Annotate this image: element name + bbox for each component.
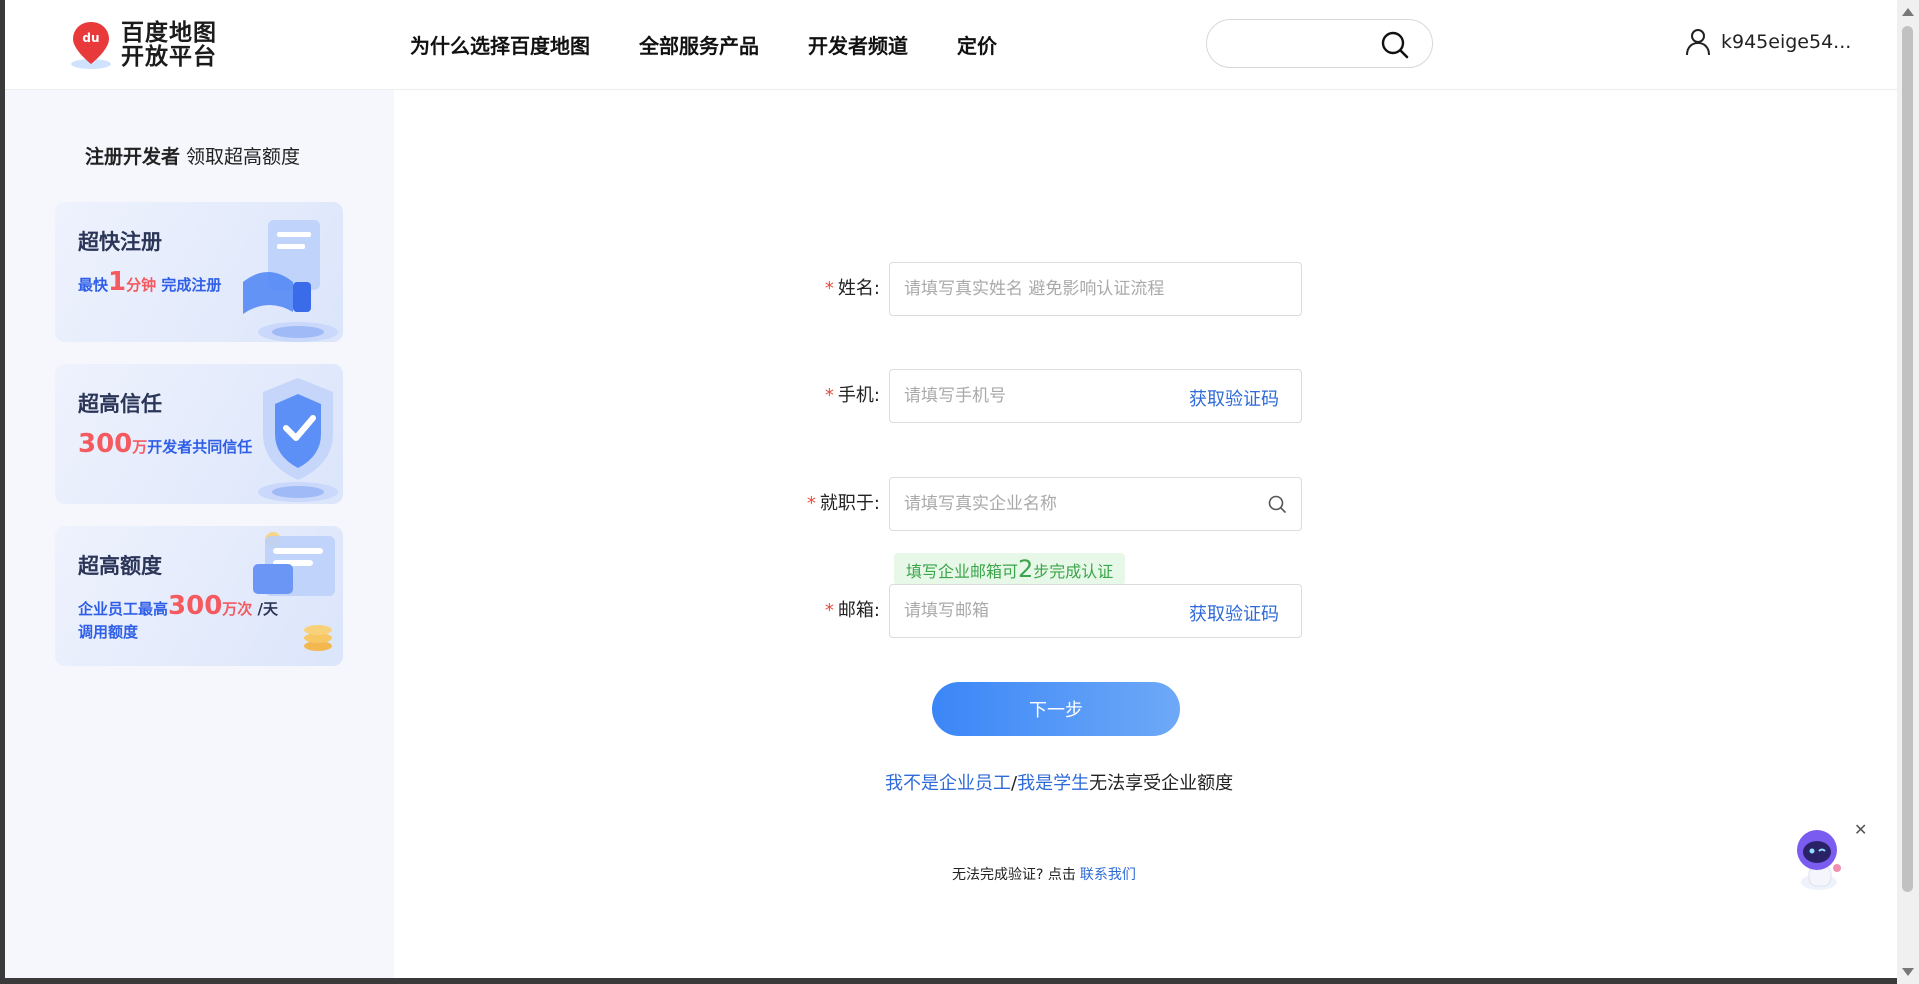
- scroll-up-arrow-icon[interactable]: [1902, 8, 1914, 16]
- next-step-button[interactable]: 下一步: [932, 682, 1180, 736]
- student-link[interactable]: 我是学生: [1017, 773, 1089, 794]
- card-title: 超快注册: [78, 230, 162, 254]
- no-quota-text: 无法享受企业额度: [1089, 773, 1234, 794]
- search-input[interactable]: [1223, 28, 1373, 60]
- sidebar-title: 注册开发者 领取超高额度: [85, 142, 300, 169]
- header-search: [1206, 19, 1433, 68]
- close-icon[interactable]: ✕: [1854, 820, 1867, 839]
- logo-badge: du: [82, 31, 99, 45]
- tip-number: 2: [1018, 555, 1034, 583]
- card-subtitle-line2: 调用额度: [78, 623, 139, 641]
- help-prompt: 无法完成验证? 点击: [952, 867, 1076, 883]
- phone-label-text: 手机:: [837, 385, 880, 406]
- map-pin-logo-icon: du: [71, 22, 111, 69]
- email-input[interactable]: [904, 597, 1164, 625]
- logo-line2: 开放平台: [121, 44, 217, 70]
- page: du 百度地图 开放平台 为什么选择百度地图 全部服务产品 开发者频道 定价 k…: [5, 0, 1897, 978]
- card-sub-number: 300: [78, 429, 133, 459]
- not-employee-link[interactable]: 我不是企业员工: [885, 773, 1011, 794]
- nav-why-baidu[interactable]: 为什么选择百度地图: [410, 30, 590, 59]
- logo-text: 百度地图 开放平台: [121, 21, 217, 69]
- robot-assistant-icon[interactable]: [1785, 822, 1855, 892]
- nav-pricing[interactable]: 定价: [957, 30, 997, 59]
- top-header: du 百度地图 开放平台 为什么选择百度地图 全部服务产品 开发者频道 定价 k…: [5, 0, 1897, 90]
- name-field: [889, 262, 1302, 316]
- card-subtitle: 300万开发者共同信任: [78, 429, 253, 459]
- sidebar: 注册开发者 领取超高额度 超快注册 最快1分钟 完成注册 超高信任 300万开发…: [5, 90, 394, 978]
- help-text: 无法完成验证? 点击 联系我们: [952, 864, 1136, 884]
- card-fast-register: 超快注册 最快1分钟 完成注册: [55, 202, 343, 342]
- scroll-down-arrow-icon[interactable]: [1902, 968, 1914, 976]
- tip-text-pre: 填写企业邮箱可: [906, 562, 1019, 581]
- nav-all-products[interactable]: 全部服务产品: [639, 30, 759, 59]
- phone-label: * 手机:: [5, 381, 880, 407]
- card-sub-unit: 万: [132, 438, 148, 456]
- logo-line1: 百度地图: [121, 20, 217, 46]
- required-mark: *: [824, 278, 834, 299]
- email-tip-badge: 填写企业邮箱可2步完成认证: [894, 553, 1126, 585]
- sidebar-title-rest: 领取超高额度: [186, 146, 301, 168]
- email-get-code-button[interactable]: 获取验证码: [1189, 600, 1279, 626]
- email-label: * 邮箱:: [5, 596, 880, 622]
- sidebar-title-bold: 注册开发者: [85, 146, 181, 168]
- user-menu[interactable]: k945eige54...: [1685, 28, 1851, 56]
- user-icon: [1686, 29, 1710, 56]
- company-search-icon[interactable]: [1267, 494, 1287, 514]
- required-mark: *: [824, 600, 834, 621]
- logo[interactable]: du 百度地图 开放平台: [69, 18, 217, 72]
- scroll-thumb[interactable]: [1902, 26, 1913, 892]
- company-field: [889, 477, 1302, 531]
- name-label: * 姓名:: [5, 274, 880, 300]
- required-mark: *: [824, 385, 834, 406]
- name-input[interactable]: [904, 275, 1164, 303]
- username: k945eige54...: [1721, 31, 1852, 53]
- company-label: * 就职于:: [5, 489, 880, 515]
- required-mark: *: [806, 493, 816, 514]
- alternative-links: 我不是企业员工/我是学生无法享受企业额度: [885, 769, 1233, 795]
- search-icon[interactable]: [1380, 30, 1410, 60]
- company-input[interactable]: [904, 490, 1164, 518]
- company-label-text: 就职于:: [819, 493, 880, 514]
- page-scrollbar[interactable]: [1897, 0, 1919, 984]
- email-label-text: 邮箱:: [837, 600, 880, 621]
- phone-field: 获取验证码: [889, 369, 1302, 423]
- phone-input[interactable]: [904, 382, 1164, 410]
- tip-text-post: 步完成认证: [1033, 562, 1114, 581]
- name-label-text: 姓名:: [837, 278, 880, 299]
- phone-get-code-button[interactable]: 获取验证码: [1189, 385, 1279, 411]
- card-sub-post: 开发者共同信任: [147, 438, 253, 456]
- main-nav: 为什么选择百度地图 全部服务产品 开发者频道 定价: [410, 0, 1046, 88]
- email-field: 获取验证码: [889, 584, 1302, 638]
- contact-us-link[interactable]: 联系我们: [1080, 867, 1136, 883]
- card-title: 超高额度: [78, 554, 162, 578]
- nav-developer-channel[interactable]: 开发者频道: [808, 30, 908, 59]
